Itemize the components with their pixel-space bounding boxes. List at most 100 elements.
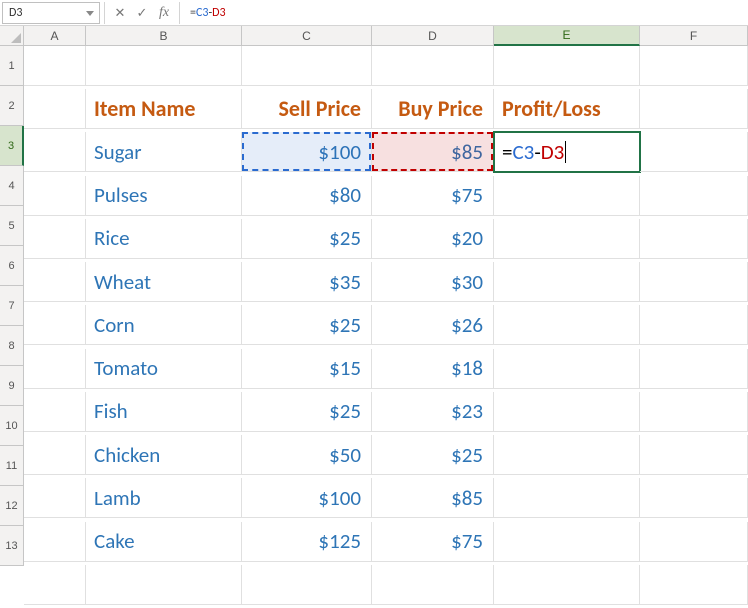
cell-A1[interactable] — [24, 46, 86, 86]
enter-icon[interactable]: ✓ — [131, 2, 153, 24]
cell-A6[interactable] — [24, 262, 86, 302]
cell-B6[interactable]: Wheat — [86, 262, 242, 302]
cell-D10[interactable]: $25 — [372, 435, 494, 475]
row-header-2[interactable]: 2 — [0, 86, 24, 126]
row-header-5[interactable]: 5 — [0, 206, 24, 246]
cell-D12[interactable]: $75 — [372, 522, 494, 562]
cell-F9[interactable] — [640, 392, 748, 432]
cell-E4[interactable] — [494, 176, 640, 216]
cell-C9[interactable]: $25 — [242, 392, 372, 432]
cell-C12[interactable]: $125 — [242, 522, 372, 562]
cell-A13[interactable] — [24, 565, 86, 605]
cell-D6[interactable]: $30 — [372, 262, 494, 302]
header-buy-price[interactable]: Buy Price — [372, 89, 494, 129]
cell-B10[interactable]: Chicken — [86, 435, 242, 475]
cell-C11[interactable]: $100 — [242, 478, 372, 518]
col-header-D[interactable]: D — [372, 26, 494, 45]
col-header-F[interactable]: F — [640, 26, 748, 45]
row-header-10[interactable]: 10 — [0, 406, 24, 446]
cell-A12[interactable] — [24, 522, 86, 562]
cell-E7[interactable] — [494, 305, 640, 345]
cell-C5[interactable]: $25 — [242, 219, 372, 259]
cell-F6[interactable] — [640, 262, 748, 302]
row-header-12[interactable]: 12 — [0, 486, 24, 526]
cell-B12[interactable]: Cake — [86, 522, 242, 562]
cell-A3[interactable] — [24, 132, 86, 172]
cell-A5[interactable] — [24, 219, 86, 259]
header-profit-loss[interactable]: Profit/Loss — [494, 89, 640, 129]
row-header-8[interactable]: 8 — [0, 326, 24, 366]
cell-C13[interactable] — [242, 565, 372, 605]
name-box[interactable]: D3 — [2, 2, 100, 24]
cell-C6[interactable]: $35 — [242, 262, 372, 302]
cell-D11[interactable]: $85 — [372, 478, 494, 518]
cell-F8[interactable] — [640, 349, 748, 389]
cell-F2[interactable] — [640, 89, 748, 129]
header-sell-price[interactable]: Sell Price — [242, 89, 372, 129]
cell-D3[interactable]: $85 — [372, 132, 494, 172]
cell-C8[interactable]: $15 — [242, 349, 372, 389]
row-header-3[interactable]: 3 — [0, 126, 24, 166]
cell-C10[interactable]: $50 — [242, 435, 372, 475]
cell-A9[interactable] — [24, 392, 86, 432]
cell-A4[interactable] — [24, 176, 86, 216]
cell-B3[interactable]: Sugar — [86, 132, 242, 172]
select-all-button[interactable] — [0, 26, 24, 45]
col-header-C[interactable]: C — [242, 26, 372, 45]
row-header-11[interactable]: 11 — [0, 446, 24, 486]
cell-B7[interactable]: Corn — [86, 305, 242, 345]
fx-icon[interactable]: fx — [153, 2, 175, 24]
col-header-B[interactable]: B — [86, 26, 242, 45]
cell-E6[interactable] — [494, 262, 640, 302]
row-header-13[interactable]: 13 — [0, 526, 24, 566]
row-header-6[interactable]: 6 — [0, 246, 24, 286]
cell-A11[interactable] — [24, 478, 86, 518]
cell-E1[interactable] — [494, 46, 640, 86]
row-header-1[interactable]: 1 — [0, 46, 24, 86]
cell-E13[interactable] — [494, 565, 640, 605]
header-item-name[interactable]: Item Name — [86, 89, 242, 129]
cell-F5[interactable] — [640, 219, 748, 259]
cell-C3[interactable]: $100 — [242, 132, 372, 172]
cell-D7[interactable]: $26 — [372, 305, 494, 345]
cell-D1[interactable] — [372, 46, 494, 86]
col-header-A[interactable]: A — [24, 26, 86, 45]
formula-input[interactable]: =C3-D3 — [184, 2, 748, 24]
cell-D9[interactable]: $23 — [372, 392, 494, 432]
row-header-7[interactable]: 7 — [0, 286, 24, 326]
cell-F10[interactable] — [640, 435, 748, 475]
cell-F7[interactable] — [640, 305, 748, 345]
cell-D8[interactable]: $18 — [372, 349, 494, 389]
cell-E11[interactable] — [494, 478, 640, 518]
cell-B13[interactable] — [86, 565, 242, 605]
cell-E9[interactable] — [494, 392, 640, 432]
cell-B11[interactable]: Lamb — [86, 478, 242, 518]
cell-A7[interactable] — [24, 305, 86, 345]
col-header-E[interactable]: E — [494, 26, 640, 46]
row-header-4[interactable]: 4 — [0, 166, 24, 206]
cell-A2[interactable] — [24, 89, 86, 129]
cell-F1[interactable] — [640, 46, 748, 86]
cell-B8[interactable]: Tomato — [86, 349, 242, 389]
cell-F13[interactable] — [640, 565, 748, 605]
cell-F11[interactable] — [640, 478, 748, 518]
cell-F12[interactable] — [640, 522, 748, 562]
cell-A10[interactable] — [24, 435, 86, 475]
cell-B1[interactable] — [86, 46, 242, 86]
cell-D4[interactable]: $75 — [372, 176, 494, 216]
cell-C4[interactable]: $80 — [242, 176, 372, 216]
name-box-dropdown-icon[interactable] — [84, 7, 96, 21]
cell-E5[interactable] — [494, 219, 640, 259]
cell-C7[interactable]: $25 — [242, 305, 372, 345]
cell-B9[interactable]: Fish — [86, 392, 242, 432]
cell-B5[interactable]: Rice — [86, 219, 242, 259]
cell-D13[interactable] — [372, 565, 494, 605]
cell-E10[interactable] — [494, 435, 640, 475]
cell-E3[interactable]: =C3-D3 — [494, 132, 640, 172]
row-header-9[interactable]: 9 — [0, 366, 24, 406]
cell-F3[interactable] — [640, 132, 748, 172]
cell-E8[interactable] — [494, 349, 640, 389]
cell-F4[interactable] — [640, 176, 748, 216]
cancel-icon[interactable]: ✕ — [109, 2, 131, 24]
cell-E12[interactable] — [494, 522, 640, 562]
